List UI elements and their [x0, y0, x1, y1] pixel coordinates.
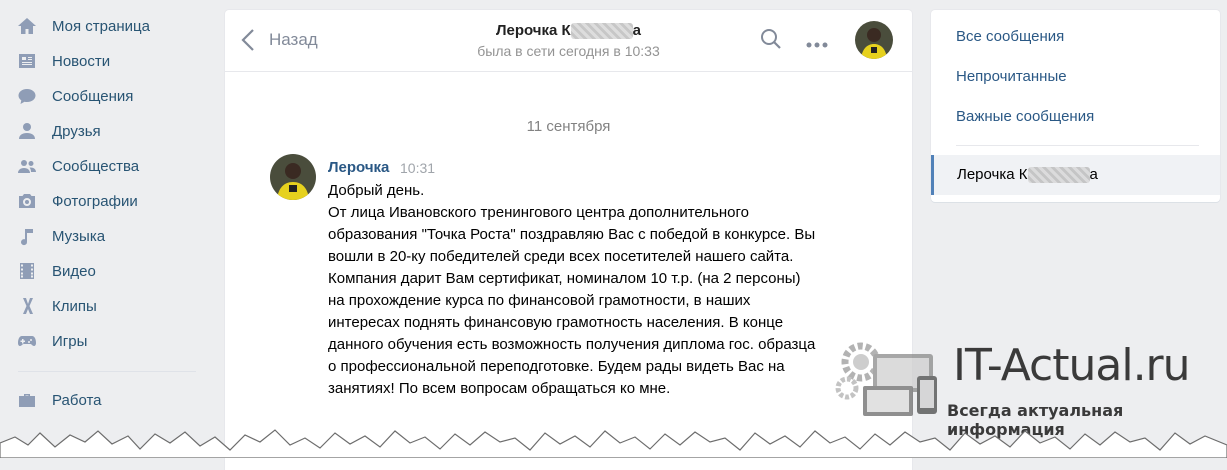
gamepad-icon — [16, 330, 38, 352]
nav-item-label: Новости — [52, 52, 111, 70]
redacted-blur — [570, 23, 633, 40]
message-author[interactable]: Лерочка — [328, 159, 389, 176]
active-conversation-item[interactable]: Лерочка К а — [931, 155, 1220, 195]
filter-important[interactable]: Важные сообщения — [956, 108, 1094, 125]
message-avatar[interactable] — [270, 154, 316, 200]
communities-icon — [16, 155, 38, 177]
watermark-title: IT-Actual.ru — [953, 340, 1191, 391]
more-dots-icon — [806, 42, 828, 48]
home-icon — [16, 15, 38, 37]
more-button[interactable] — [805, 36, 829, 54]
nav-item-messages[interactable]: Сообщения — [16, 81, 133, 111]
chat-panel: Назад Лерочка Ка была в сети сегодня в 1… — [225, 10, 912, 470]
nav-item-label: Моя страница — [52, 17, 150, 35]
active-conversation-label: Лерочка К а — [957, 166, 1098, 184]
watermark: IT-Actual.ru Всегда актуальная информаци… — [835, 340, 1227, 439]
messages-icon — [16, 85, 38, 107]
nav-item-photos[interactable]: Фотографии — [16, 186, 138, 216]
nav-item-friends[interactable]: Друзья — [16, 116, 101, 146]
clips-icon — [16, 295, 38, 317]
nav-item-clips[interactable]: Клипы — [16, 291, 97, 321]
nav-item-video[interactable]: Видео — [16, 256, 96, 286]
avatar-photo — [855, 21, 893, 59]
camera-icon — [16, 190, 38, 212]
search-button[interactable] — [760, 28, 782, 55]
nav-item-label: Музыка — [52, 227, 106, 245]
date-divider: 11 сентября — [526, 118, 611, 135]
news-icon — [16, 50, 38, 72]
search-icon — [761, 29, 781, 49]
nav-item-my-page[interactable]: Моя страница — [16, 11, 150, 41]
active-name-end: а — [1089, 166, 1098, 183]
peer-avatar[interactable] — [855, 21, 893, 59]
nav-divider — [18, 371, 196, 372]
peer-name-end: а — [632, 22, 642, 39]
nav-item-games[interactable]: Игры — [16, 326, 87, 356]
nav-item-news[interactable]: Новости — [16, 46, 110, 76]
message-filters-panel: Все сообщения Непрочитанные Важные сообщ… — [931, 10, 1220, 202]
nav-item-music[interactable]: Музыка — [16, 221, 105, 251]
friend-icon — [16, 120, 38, 142]
nav-item-label: Сообщества — [52, 157, 140, 175]
filter-all-messages[interactable]: Все сообщения — [956, 28, 1064, 45]
filter-unread[interactable]: Непрочитанные — [956, 68, 1067, 85]
briefcase-icon — [16, 389, 38, 411]
nav-item-label: Друзья — [52, 122, 101, 140]
nav-item-work[interactable]: Работа — [16, 385, 102, 415]
chat-header: Назад Лерочка Ка была в сети сегодня в 1… — [225, 10, 912, 72]
watermark-logo-icon — [835, 342, 937, 416]
nav-item-label: Игры — [52, 332, 88, 350]
filter-divider — [956, 145, 1199, 146]
avatar-photo — [270, 154, 316, 200]
film-icon — [16, 260, 38, 282]
active-name-start: Лерочка К — [957, 166, 1028, 183]
music-note-icon — [16, 225, 38, 247]
message-time[interactable]: 10:31 — [400, 160, 435, 176]
nav-item-communities[interactable]: Сообщества — [16, 151, 139, 181]
message-text: Добрый день. От лица Ивановского тренинг… — [328, 182, 816, 397]
nav-item-label: Сообщения — [52, 87, 134, 105]
torn-edge — [0, 429, 1227, 458]
nav-item-label: Фотографии — [52, 192, 138, 210]
redacted-blur — [1027, 167, 1090, 184]
nav-item-label: Видео — [52, 262, 96, 280]
peer-name-start: Лерочка К — [495, 22, 571, 39]
nav-item-label: Клипы — [52, 297, 97, 315]
nav-item-label: Работа — [52, 391, 102, 409]
